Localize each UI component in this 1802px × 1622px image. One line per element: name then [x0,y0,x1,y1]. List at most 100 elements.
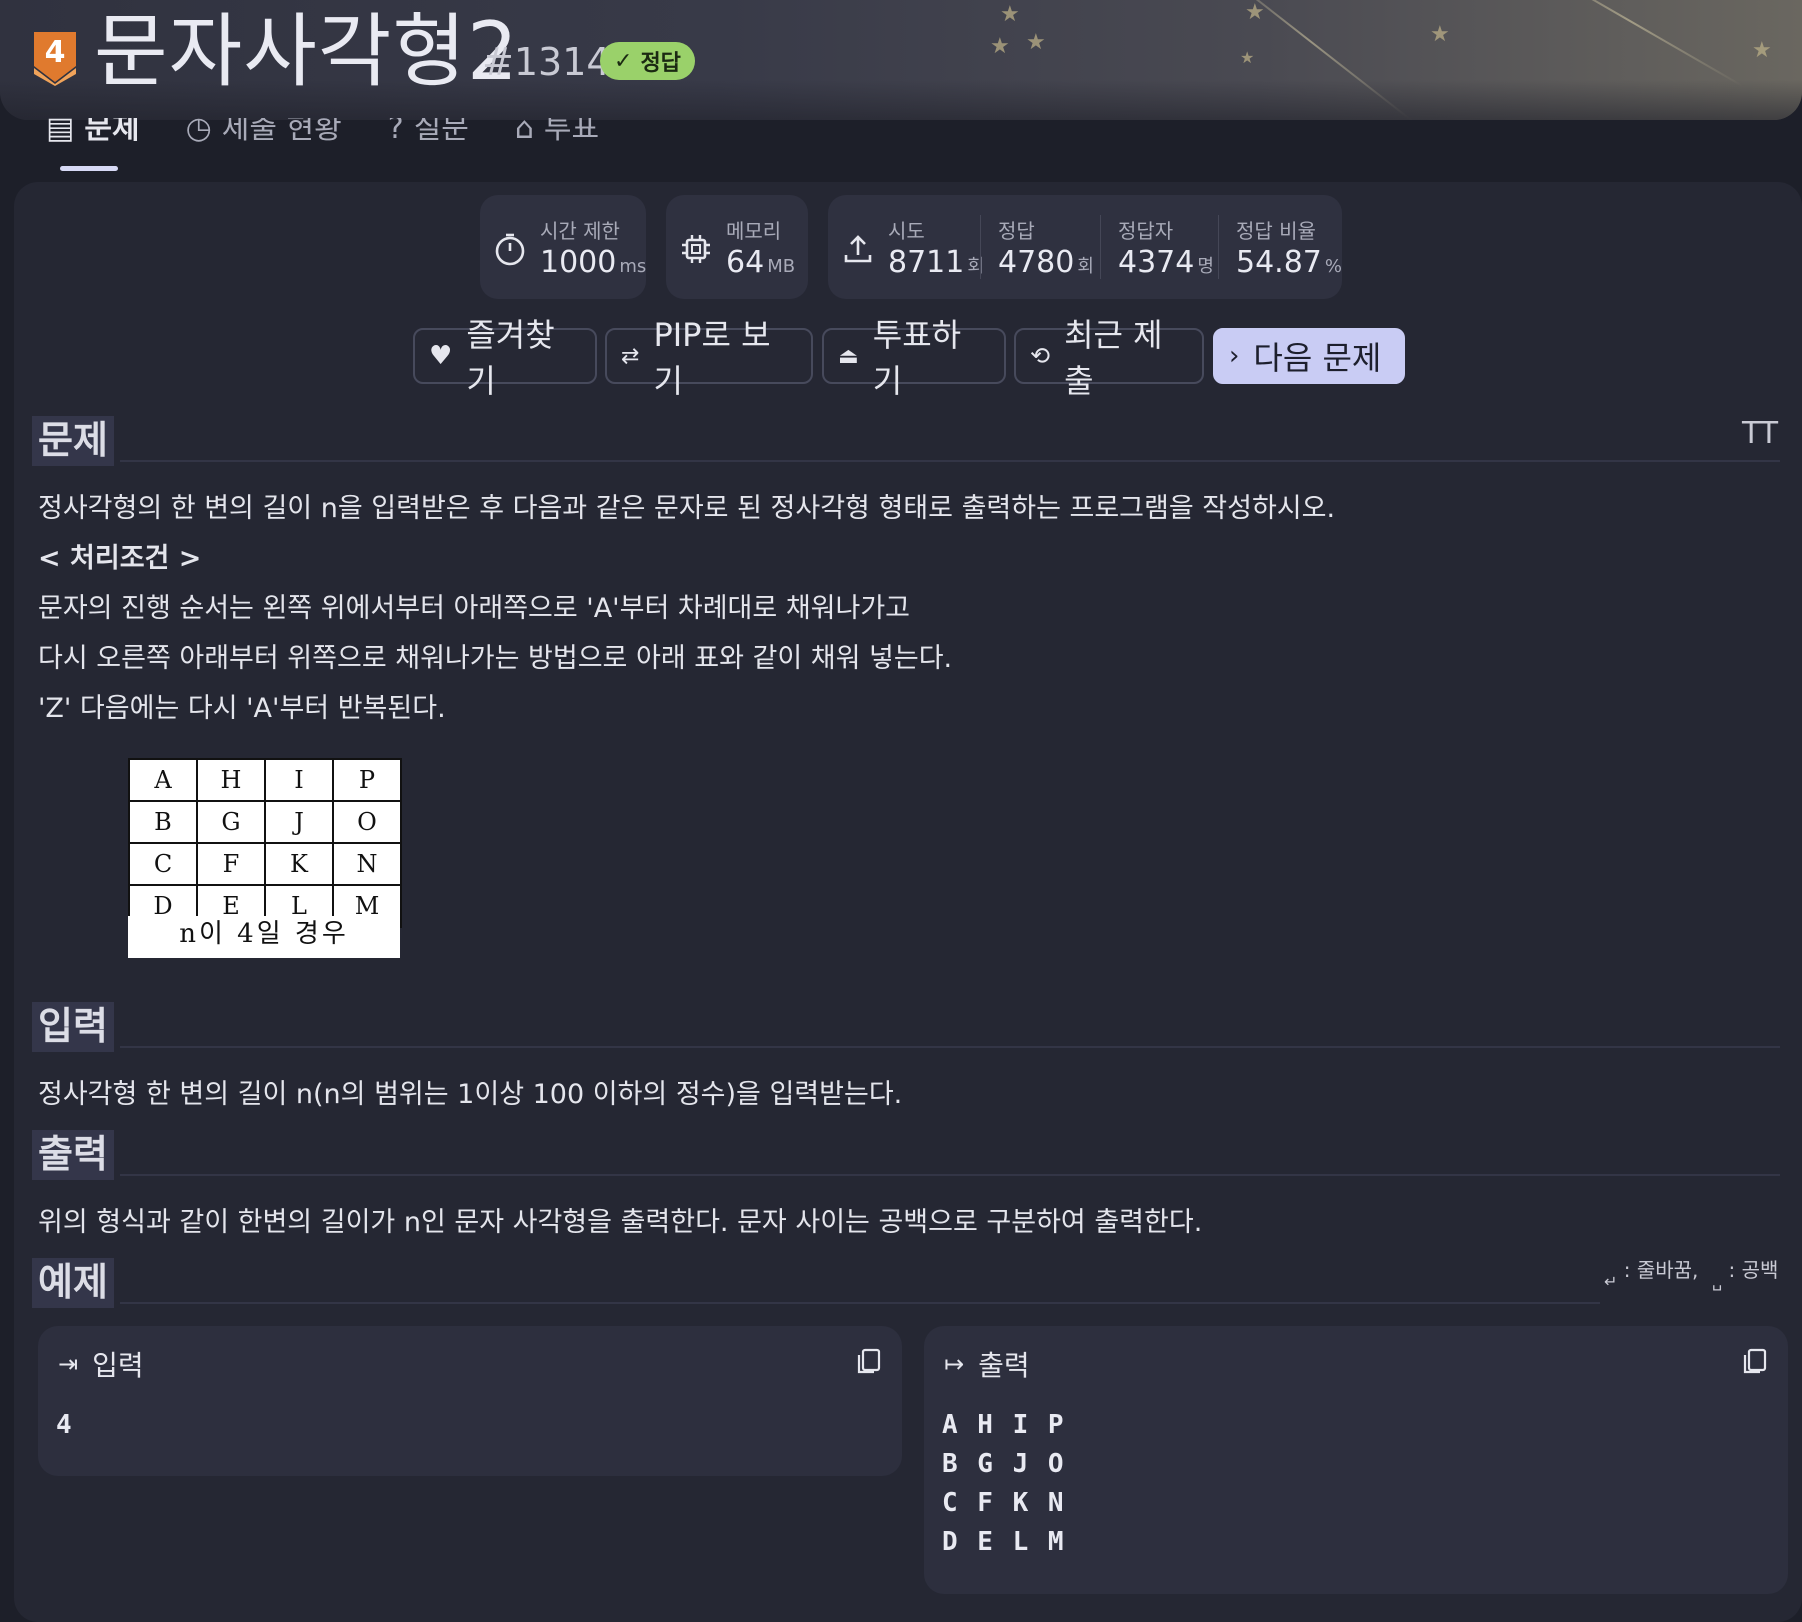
legend-newline-label: : 줄바꿈, [1623,1258,1699,1282]
next-problem-button[interactable]: › 다음 문제 [1213,328,1405,384]
active-tab-indicator [60,166,118,171]
example-output-content: A H I P B G J O C F K N D E L M [942,1406,1066,1562]
next-label: 다음 문제 [1253,339,1382,377]
tab-label: 투표 [543,118,600,146]
recent-submission-button[interactable]: ⟲ 최근 제출 [1014,316,1204,400]
star-decoration: ★ [1026,30,1046,55]
example-input-box: ⇥ 입력 4 [38,1326,902,1476]
check-icon: ✓ [614,48,633,74]
pip-label: PIP로 보기 [653,316,771,400]
section-divider [120,1046,1780,1048]
problem-text: 정사각형의 한 변의 길이 n을 입력받은 후 다음과 같은 문자로 된 정사각… [38,493,1336,524]
figure-caption: n이 4일 경우 [128,916,400,954]
stat-value: 54.87% [1236,245,1342,280]
example-output-line: C F K N [942,1488,1066,1518]
grid-cell: H [196,758,266,802]
problem-condition-heading: < 처리조건 > [38,543,202,574]
ballot-icon: ⏏ [838,343,859,369]
stat-label: 정답자 [1118,219,1174,243]
heart-icon: ♥ [429,341,453,371]
example-output-header: ↦ 출력 [944,1344,1030,1384]
tab-label: 제출 현황 [221,118,342,146]
chevron-right-icon: › [1229,341,1240,371]
section-title-input: 입력 [32,1002,114,1052]
stat-number: 64 [726,245,765,280]
stat-number: 8711 [888,245,965,280]
upload-icon [844,235,872,263]
grid-cell: G [196,800,266,844]
example-output-line: A H I P [942,1410,1066,1440]
document-icon: ▤ [46,118,75,146]
grid-cell: I [264,758,334,802]
question-icon: ? [387,118,404,146]
star-decoration: ★ [1430,22,1450,47]
output-arrow-icon: ↦ [944,1350,965,1378]
font-size-toggle[interactable]: TT [1742,416,1778,451]
history-icon: ⟲ [1030,342,1051,370]
legend-space-label: : 공백 [1728,1258,1779,1282]
star-decoration: ★ [1240,48,1255,67]
status-badge-label: 정답 [640,51,681,76]
stat-time-limit: 시간 제한 1000 ms [480,195,646,299]
copy-icon[interactable] [854,1346,884,1376]
stat-unit: 회 [967,256,984,277]
tab-submissions[interactable]: ◷ 제출 현황 [180,118,348,148]
stat-value: 1000 ms [540,245,646,280]
grid-cell: B [128,800,198,844]
tab-bar: ▤ 문제 ◷ 제출 현황 ? 질문 ⌂ 투표 [40,118,605,174]
favorite-button[interactable]: ♥ 즐겨찾기 [413,316,597,400]
tab-vote[interactable]: ⌂ 투표 [509,118,605,148]
section-divider [120,1174,1780,1176]
tab-questions[interactable]: ? 질문 [382,118,475,148]
page-title: 문자사각형2 [94,5,519,98]
example-input-line: 4 [56,1410,74,1440]
section-title-example: 예제 [32,1258,114,1308]
example-output-line: B G J O [942,1449,1066,1479]
grid-cell: N [332,842,402,886]
stat-unit: 회 [1077,256,1094,277]
grid-cell: P [332,758,402,802]
stat-number: 4780 [998,245,1075,280]
pip-button[interactable]: ⇄ PIP로 보기 [605,316,813,400]
stat-value: 4780 회 [998,245,1094,280]
problem-text: 문자의 진행 순서는 왼쪽 위에서부터 아래쪽으로 'A'부터 차례대로 채워나… [38,593,911,624]
tier-badge-icon: 4 [34,32,76,86]
problem-text: 다시 오른쪽 아래부터 위쪽으로 채워나가는 방법으로 아래 표와 같이 채워 … [38,643,953,674]
tab-label: 문제 [84,118,140,146]
grid-cell: O [332,800,402,844]
favorite-label: 즐겨찾기 [466,316,555,400]
newline-icon: ↵ [1604,1272,1618,1291]
stat-label: 메모리 [726,219,782,243]
tab-label: 질문 [413,118,469,146]
pip-icon: ⇄ [621,343,640,369]
copy-icon[interactable] [1740,1346,1770,1376]
example-output-label: 출력 [978,1349,1030,1382]
section-title-problem: 문제 [32,416,114,466]
stat-value: 4374 명 [1118,245,1214,280]
letter-grid: A H I P B G J O C F K N D E L M [128,758,402,928]
stat-number: 1000 [540,245,617,280]
section-divider [120,460,1780,462]
input-arrow-icon: ⇥ [58,1350,79,1378]
space-icon: ␣ [1712,1272,1723,1291]
section-divider [120,1302,1600,1304]
vote-button[interactable]: ⏏ 투표하기 [822,316,1006,400]
timer-icon [495,233,525,266]
output-description: 위의 형식과 같이 한변의 길이가 n인 문자 사각형을 출력한다. 문자 사이… [38,1207,1203,1238]
vote-icon: ⌂ [514,118,534,146]
chip-icon [682,235,710,263]
stat-label: 시간 제한 [540,219,620,243]
grid-cell: K [264,842,334,886]
stat-label: 정답 [998,219,1035,243]
star-decoration: ★ [990,34,1010,59]
grid-cell: J [264,800,334,844]
streak-decoration [1516,0,1744,87]
star-decoration: ★ [1752,38,1772,63]
vote-label: 투표하기 [872,316,962,400]
clock-icon: ◷ [185,118,212,146]
stat-number: 4374 [1118,245,1195,280]
tab-problem[interactable]: ▤ 문제 [40,118,146,148]
problem-id: #1314 [482,40,611,84]
legend-space: ␣ : 공백 [1712,1254,1778,1291]
stat-unit: ms [619,256,647,277]
